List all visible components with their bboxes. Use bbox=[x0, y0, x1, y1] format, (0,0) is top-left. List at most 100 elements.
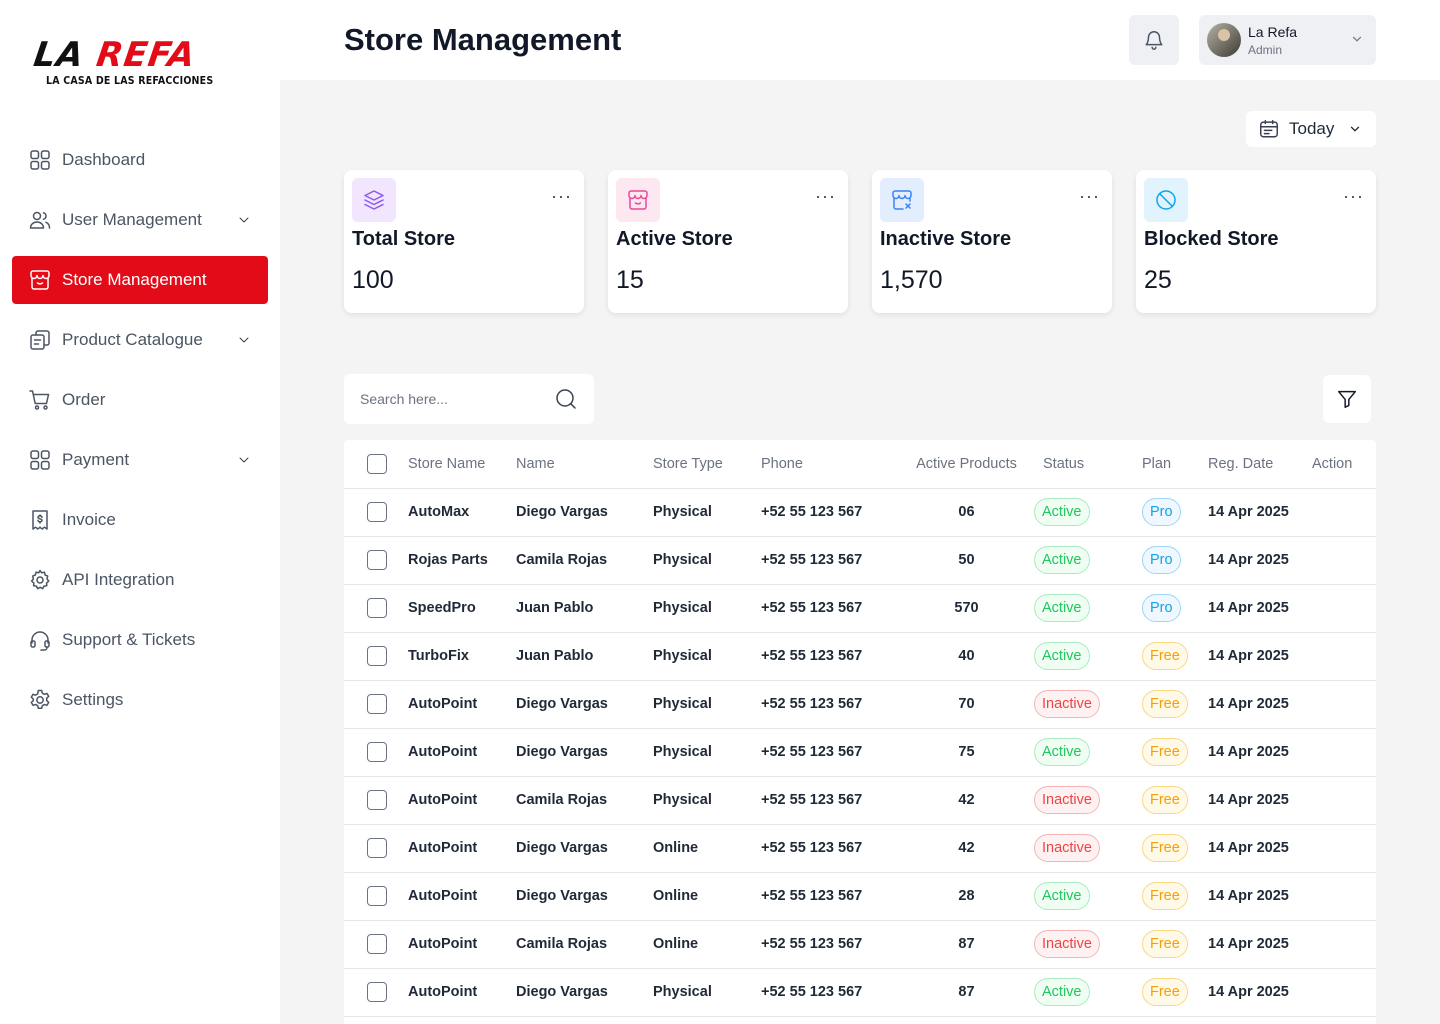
user-menu[interactable]: La Refa Admin bbox=[1199, 15, 1376, 65]
sidebar-item-order[interactable]: Order bbox=[12, 376, 268, 424]
store-name-cell: AutoPoint bbox=[408, 920, 516, 969]
table-row[interactable]: Rojas Parts Camila Rojas Physical +52 55 12… bbox=[344, 536, 1376, 585]
sidebar-item-support-tickets[interactable]: Support & Tickets bbox=[12, 616, 268, 664]
settings-icon bbox=[28, 688, 52, 712]
brand-logo[interactable]: LA REFA LA CASA DE LAS REFACCIONES bbox=[31, 35, 244, 90]
row-checkbox[interactable] bbox=[367, 646, 387, 666]
stat-card-active-store: ··· Active Store 15 bbox=[608, 170, 848, 313]
store-type-cell: Physical bbox=[653, 632, 761, 681]
row-checkbox[interactable] bbox=[367, 502, 387, 522]
sidebar-item-user-management[interactable]: User Management bbox=[12, 196, 268, 244]
row-checkbox[interactable] bbox=[367, 550, 387, 570]
sidebar-item-invoice[interactable]: Invoice bbox=[12, 496, 268, 544]
grid-icon bbox=[28, 448, 52, 472]
sidebar-item-api-integration[interactable]: API Integration bbox=[12, 556, 268, 604]
row-checkbox[interactable] bbox=[367, 694, 387, 714]
blocked-icon bbox=[1144, 178, 1188, 222]
stat-card-total-store: ··· Total Store 100 bbox=[344, 170, 584, 313]
active-products-cell: 570 bbox=[899, 584, 1034, 633]
owner-name-cell: Diego Vargas bbox=[516, 680, 653, 729]
row-checkbox[interactable] bbox=[367, 982, 387, 1002]
sidebar-item-label: API Integration bbox=[62, 570, 175, 589]
more-options-icon[interactable]: ··· bbox=[815, 186, 836, 207]
reg-date-cell: 14 Apr 2025 bbox=[1208, 776, 1376, 825]
search-icon[interactable] bbox=[554, 387, 578, 411]
notifications-button[interactable] bbox=[1129, 15, 1179, 65]
row-checkbox[interactable] bbox=[367, 598, 387, 618]
stat-card-title: Total Store bbox=[352, 228, 455, 250]
column-header[interactable]: Plan bbox=[1142, 440, 1208, 489]
sidebar-item-payment[interactable]: Payment bbox=[12, 436, 268, 484]
headset-icon bbox=[28, 628, 52, 652]
sidebar-item-product-catalogue[interactable]: Product Catalogue bbox=[12, 316, 268, 364]
table-row[interactable]: AutoMax Diego Vargas Physical +52 55 123 56… bbox=[344, 488, 1376, 537]
search-input[interactable] bbox=[360, 391, 540, 407]
table-row[interactable]: AutoPoint Diego Vargas Online +52 55 123 56… bbox=[344, 872, 1376, 921]
column-header[interactable]: Store Name bbox=[408, 440, 516, 489]
store-x-icon bbox=[880, 178, 924, 222]
owner-name-cell: Diego Vargas bbox=[516, 968, 653, 1017]
active-products-cell: 75 bbox=[899, 728, 1034, 777]
column-header[interactable]: Action bbox=[1312, 440, 1376, 489]
phone-cell: +52 55 123 567 bbox=[761, 872, 899, 921]
chevron-down-icon bbox=[236, 332, 252, 348]
table-row[interactable]: AutoPoint Diego Vargas Physical +52 55 123 … bbox=[344, 728, 1376, 777]
more-options-icon[interactable]: ··· bbox=[1079, 186, 1100, 207]
owner-name-cell: Diego Vargas bbox=[516, 872, 653, 921]
status-badge: Active bbox=[1034, 978, 1090, 1006]
row-checkbox[interactable] bbox=[367, 790, 387, 810]
plan-badge: Free bbox=[1142, 690, 1188, 718]
column-header[interactable]: Name bbox=[516, 440, 653, 489]
owner-name-cell: Juan Pablo bbox=[516, 632, 653, 681]
sidebar-item-dashboard[interactable]: Dashboard bbox=[12, 136, 268, 184]
sidebar-item-label: Settings bbox=[62, 690, 124, 709]
store-name-cell: AutoMax bbox=[408, 488, 516, 537]
status-badge: Inactive bbox=[1034, 930, 1100, 958]
reg-date-cell: 14 Apr 2025 bbox=[1208, 920, 1376, 969]
user-role: Admin bbox=[1248, 42, 1283, 57]
sidebar-item-label: Order bbox=[62, 390, 106, 409]
filter-button[interactable] bbox=[1323, 375, 1371, 423]
calendar-icon bbox=[1260, 120, 1278, 138]
owner-name-cell: Juan Pablo bbox=[516, 584, 653, 633]
phone-cell: +52 55 123 567 bbox=[761, 824, 899, 873]
more-options-icon[interactable]: ··· bbox=[1343, 186, 1364, 207]
sidebar-item-store-management[interactable]: Store Management bbox=[12, 256, 268, 304]
table-row[interactable]: TurboFix Juan Pablo Physical +52 55 123 567… bbox=[344, 632, 1376, 681]
table-row[interactable]: AutoPoint Diego Vargas Physical +52 55 123 … bbox=[344, 968, 1376, 1017]
sidebar-item-label: Product Catalogue bbox=[62, 330, 203, 349]
status-badge: Active bbox=[1034, 546, 1090, 574]
table-row[interactable]: SpeedPro Juan Pablo Physical +52 55 123 567… bbox=[344, 584, 1376, 633]
more-options-icon[interactable]: ··· bbox=[551, 186, 572, 207]
avatar bbox=[1207, 23, 1241, 57]
row-checkbox[interactable] bbox=[367, 934, 387, 954]
store-type-cell: Physical bbox=[653, 488, 761, 537]
table-row[interactable]: AutoPoint Diego Vargas Physical +52 55 123 … bbox=[344, 680, 1376, 729]
logo-tagline: LA CASA DE LAS REFACCIONES bbox=[46, 75, 214, 87]
column-header[interactable]: Active Products bbox=[899, 440, 1034, 489]
active-products-cell: 42 bbox=[899, 824, 1034, 873]
sidebar-item-settings[interactable]: Settings bbox=[12, 676, 268, 724]
plan-badge: Pro bbox=[1142, 498, 1181, 526]
row-checkbox[interactable] bbox=[367, 742, 387, 762]
column-header[interactable]: Store Type bbox=[653, 440, 761, 489]
table-row[interactable]: AutoPoint Diego Vargas Online +52 55 123 56… bbox=[344, 824, 1376, 873]
store-icon bbox=[28, 268, 52, 292]
phone-cell: +52 55 123 567 bbox=[761, 536, 899, 585]
row-checkbox[interactable] bbox=[367, 838, 387, 858]
select-all-checkbox[interactable] bbox=[367, 453, 387, 474]
store-name-cell: AutoPoint bbox=[408, 728, 516, 777]
table-row[interactable]: AutoPoint Camila Rojas Physical +52 55 123 … bbox=[344, 776, 1376, 825]
column-header[interactable]: Phone bbox=[761, 440, 899, 489]
store-name-cell: SpeedPro bbox=[408, 584, 516, 633]
date-range-dropdown[interactable]: Today bbox=[1246, 111, 1376, 147]
row-checkbox[interactable] bbox=[367, 886, 387, 906]
reg-date-cell: 14 Apr 2025 bbox=[1208, 536, 1376, 585]
stat-card-blocked-store: ··· Blocked Store 25 bbox=[1136, 170, 1376, 313]
column-header[interactable]: Reg. Date bbox=[1208, 440, 1312, 489]
store-type-cell: Physical bbox=[653, 680, 761, 729]
column-header[interactable]: Status bbox=[1034, 440, 1142, 489]
store-name-cell: AutoPoint bbox=[408, 968, 516, 1017]
status-badge: Inactive bbox=[1034, 786, 1100, 814]
table-row[interactable]: AutoPoint Camila Rojas Online +52 55 123 56… bbox=[344, 920, 1376, 969]
